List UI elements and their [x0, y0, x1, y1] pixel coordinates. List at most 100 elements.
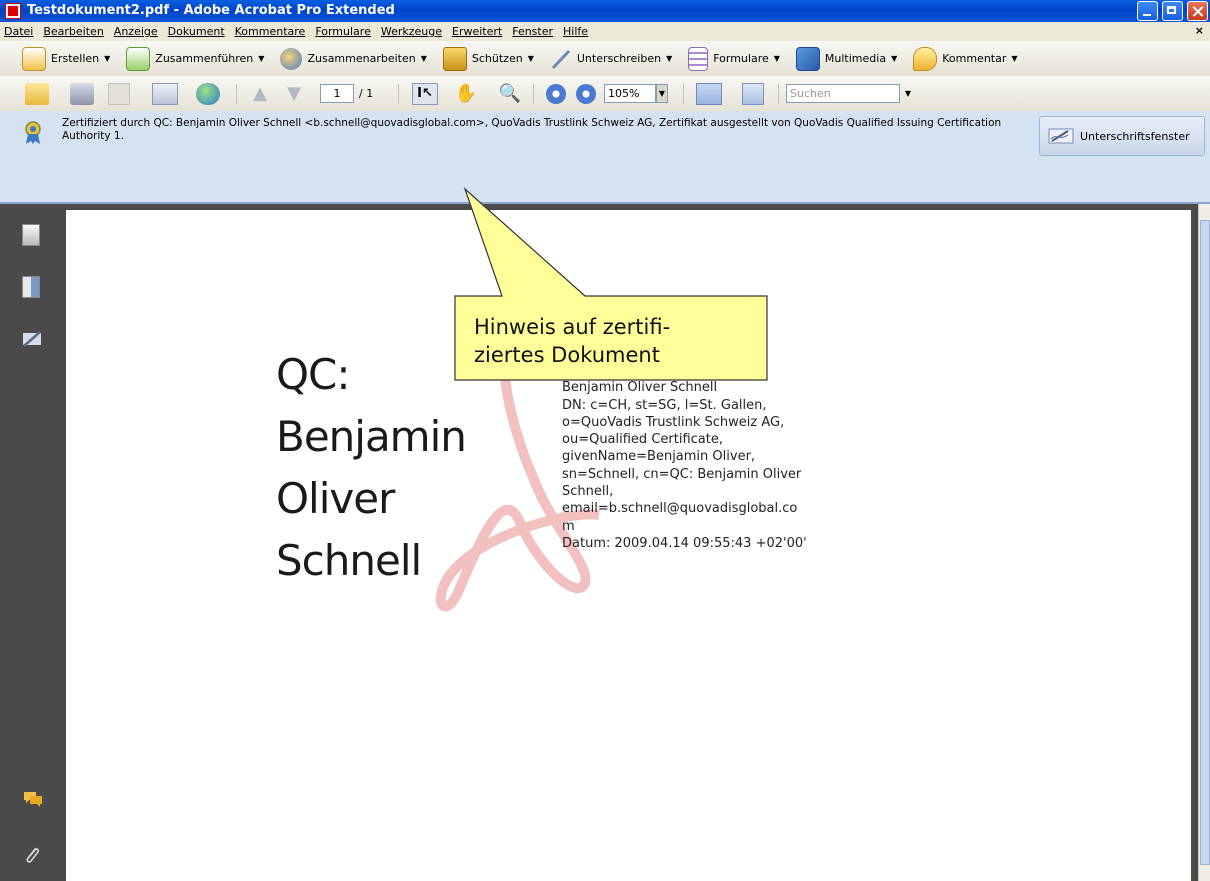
open-folder-icon[interactable]	[25, 83, 49, 105]
menu-fenster[interactable]: Fenster	[507, 25, 558, 38]
fit-page-icon[interactable]	[742, 83, 764, 105]
navigation-toolbar: ▲ ▼ 1 / 1 I↖ ✋ 🔍 105% ▼ Suchen ▼	[0, 76, 1210, 112]
create-pdf-icon	[22, 46, 46, 71]
callout-line: ziertes Dokument	[474, 343, 660, 367]
toolbar-separator	[236, 84, 237, 104]
multimedia-button[interactable]: Multimedia ▼	[795, 46, 898, 71]
bookmarks-panel-icon[interactable]	[22, 276, 40, 298]
menu-werkzeuge[interactable]: Werkzeuge	[376, 25, 447, 38]
pages-panel-icon[interactable]	[22, 224, 40, 246]
menu-kommentare[interactable]: Kommentare	[230, 25, 311, 38]
signature-detail-line: DN: c=CH, st=SG, l=St. Gallen,	[562, 397, 767, 413]
pdf-page[interactable]: QC: Benjamin Oliver Schnell Digital sign…	[66, 210, 1191, 881]
menu-anzeige[interactable]: Anzeige	[109, 25, 163, 38]
multimedia-icon	[795, 46, 820, 71]
maximize-button[interactable]	[1162, 1, 1183, 21]
signatures-panel-icon[interactable]	[22, 328, 42, 350]
signer-name-line: Schnell	[276, 536, 422, 585]
menu-hilfe[interactable]: Hilfe	[558, 25, 593, 38]
signature-pen-icon	[1048, 128, 1074, 144]
signature-detail-line: email=b.schnell@quovadisglobal.co	[562, 501, 798, 517]
formulare-label: Formulare	[713, 52, 769, 65]
window-title: Testdokument2.pdf - Adobe Acrobat Pro Ex…	[27, 3, 395, 18]
sign-pen-icon	[551, 49, 570, 69]
certificate-ribbon-icon	[25, 121, 41, 144]
document-view[interactable]: QC: Benjamin Oliver Schnell Digital sign…	[62, 204, 1198, 881]
unterschreiben-button[interactable]: Unterschreiben ▼	[550, 48, 672, 70]
signature-details-block: Digital signiert von QC: Benjamin Oliver…	[562, 362, 852, 552]
scrollbar-thumb[interactable]	[1200, 220, 1210, 865]
close-window-button[interactable]	[1187, 1, 1208, 21]
signature-detail-line: o=QuoVadis Trustlink Schweiz AG,	[562, 414, 785, 430]
dropdown-arrow-icon: ▼	[104, 54, 111, 63]
signer-name-line: Benjamin	[276, 412, 467, 461]
zoom-dropdown-icon[interactable]: ▼	[656, 84, 668, 103]
email-icon[interactable]	[152, 83, 178, 105]
toolbar-separator	[533, 84, 534, 104]
certificate-message-bar: Zertifiziert durch QC: Benjamin Oliver S…	[0, 111, 1210, 204]
document-close-icon[interactable]: ×	[1195, 24, 1204, 37]
signature-detail-line: m	[562, 518, 575, 534]
lock-icon	[442, 46, 467, 71]
signer-name-line: Oliver	[276, 474, 395, 523]
certificate-message-text: Zertifiziert durch QC: Benjamin Oliver S…	[62, 117, 1002, 142]
toolbar-separator	[398, 84, 399, 104]
forms-icon	[688, 46, 709, 71]
signature-detail-line: Schnell,	[562, 484, 614, 500]
dropdown-arrow-icon: ▼	[891, 54, 898, 63]
next-page-icon[interactable]: ▼	[284, 83, 304, 105]
zoom-level-input[interactable]: 105%	[604, 84, 656, 103]
menu-formulare[interactable]: Formulare	[310, 25, 376, 38]
combine-icon	[126, 46, 151, 71]
signature-detail-line: ou=Qualified Certificate,	[562, 432, 723, 448]
signature-window-button[interactable]: Unterschriftsfenster	[1039, 116, 1205, 156]
signature-window-label: Unterschriftsfenster	[1080, 129, 1190, 143]
save-icon[interactable]	[108, 83, 130, 105]
zoom-out-icon[interactable]	[546, 84, 566, 104]
erstellen-button[interactable]: Erstellen ▼	[22, 46, 111, 71]
title-bar: Testdokument2.pdf - Adobe Acrobat Pro Ex…	[0, 0, 1210, 22]
dropdown-arrow-icon: ▼	[527, 54, 534, 63]
search-dropdown-icon[interactable]: ▼	[902, 84, 914, 103]
comments-panel-icon[interactable]	[22, 790, 44, 808]
zoom-in-icon[interactable]	[576, 84, 596, 104]
toolbar-separator	[778, 84, 779, 104]
signature-detail-line: Benjamin Oliver Schnell	[562, 380, 718, 396]
attachments-paperclip-icon[interactable]	[22, 844, 42, 866]
select-text-tool-icon[interactable]: I↖	[412, 83, 438, 105]
formulare-button[interactable]: Formulare ▼	[688, 46, 780, 71]
menu-bar: Datei Bearbeiten Anzeige Dokument Kommen…	[0, 22, 1210, 41]
schuetzen-button[interactable]: Schützen ▼	[442, 46, 534, 71]
minimize-button[interactable]	[1137, 1, 1158, 21]
dropdown-arrow-icon: ▼	[420, 54, 427, 63]
kommentar-button[interactable]: Kommentar ▼	[913, 46, 1018, 71]
web-globe-icon[interactable]	[196, 83, 220, 105]
toolbar-separator	[683, 84, 684, 104]
menu-datei[interactable]: Datei	[0, 25, 38, 38]
signature-detail-line: givenName=Benjamin Oliver,	[562, 449, 756, 465]
vertical-scrollbar[interactable]	[1198, 204, 1210, 881]
signer-name-block: QC: Benjamin Oliver Schnell	[276, 344, 467, 592]
zusammenfuehren-button[interactable]: Zusammenführen ▼	[126, 46, 265, 71]
dropdown-arrow-icon: ▼	[258, 54, 265, 63]
erstellen-label: Erstellen	[51, 52, 100, 65]
zusammenarbeiten-button[interactable]: Zusammenarbeiten ▼	[280, 47, 427, 70]
unterschreiben-label: Unterschreiben	[576, 52, 662, 65]
hand-tool-icon[interactable]: ✋	[454, 83, 478, 105]
fit-width-icon[interactable]	[696, 83, 722, 105]
search-input[interactable]: Suchen	[786, 84, 900, 103]
previous-page-icon[interactable]: ▲	[250, 83, 270, 105]
zusammenfuehren-label: Zusammenführen	[155, 52, 254, 65]
zoom-tool-icon[interactable]: 🔍	[498, 83, 522, 105]
print-icon[interactable]	[70, 83, 94, 105]
dropdown-arrow-icon: ▼	[773, 54, 780, 63]
menu-erweitert[interactable]: Erweitert	[447, 25, 507, 38]
collaborate-icon	[280, 47, 303, 70]
kommentar-label: Kommentar	[942, 52, 1007, 65]
menu-dokument[interactable]: Dokument	[163, 25, 230, 38]
dropdown-arrow-icon: ▼	[666, 54, 673, 63]
acrobat-app-icon[interactable]	[5, 3, 21, 19]
page-number-input[interactable]: 1	[320, 84, 354, 103]
menu-bearbeiten[interactable]: Bearbeiten	[38, 25, 108, 38]
signature-detail-line: sn=Schnell, cn=QC: Benjamin Oliver	[562, 466, 802, 482]
